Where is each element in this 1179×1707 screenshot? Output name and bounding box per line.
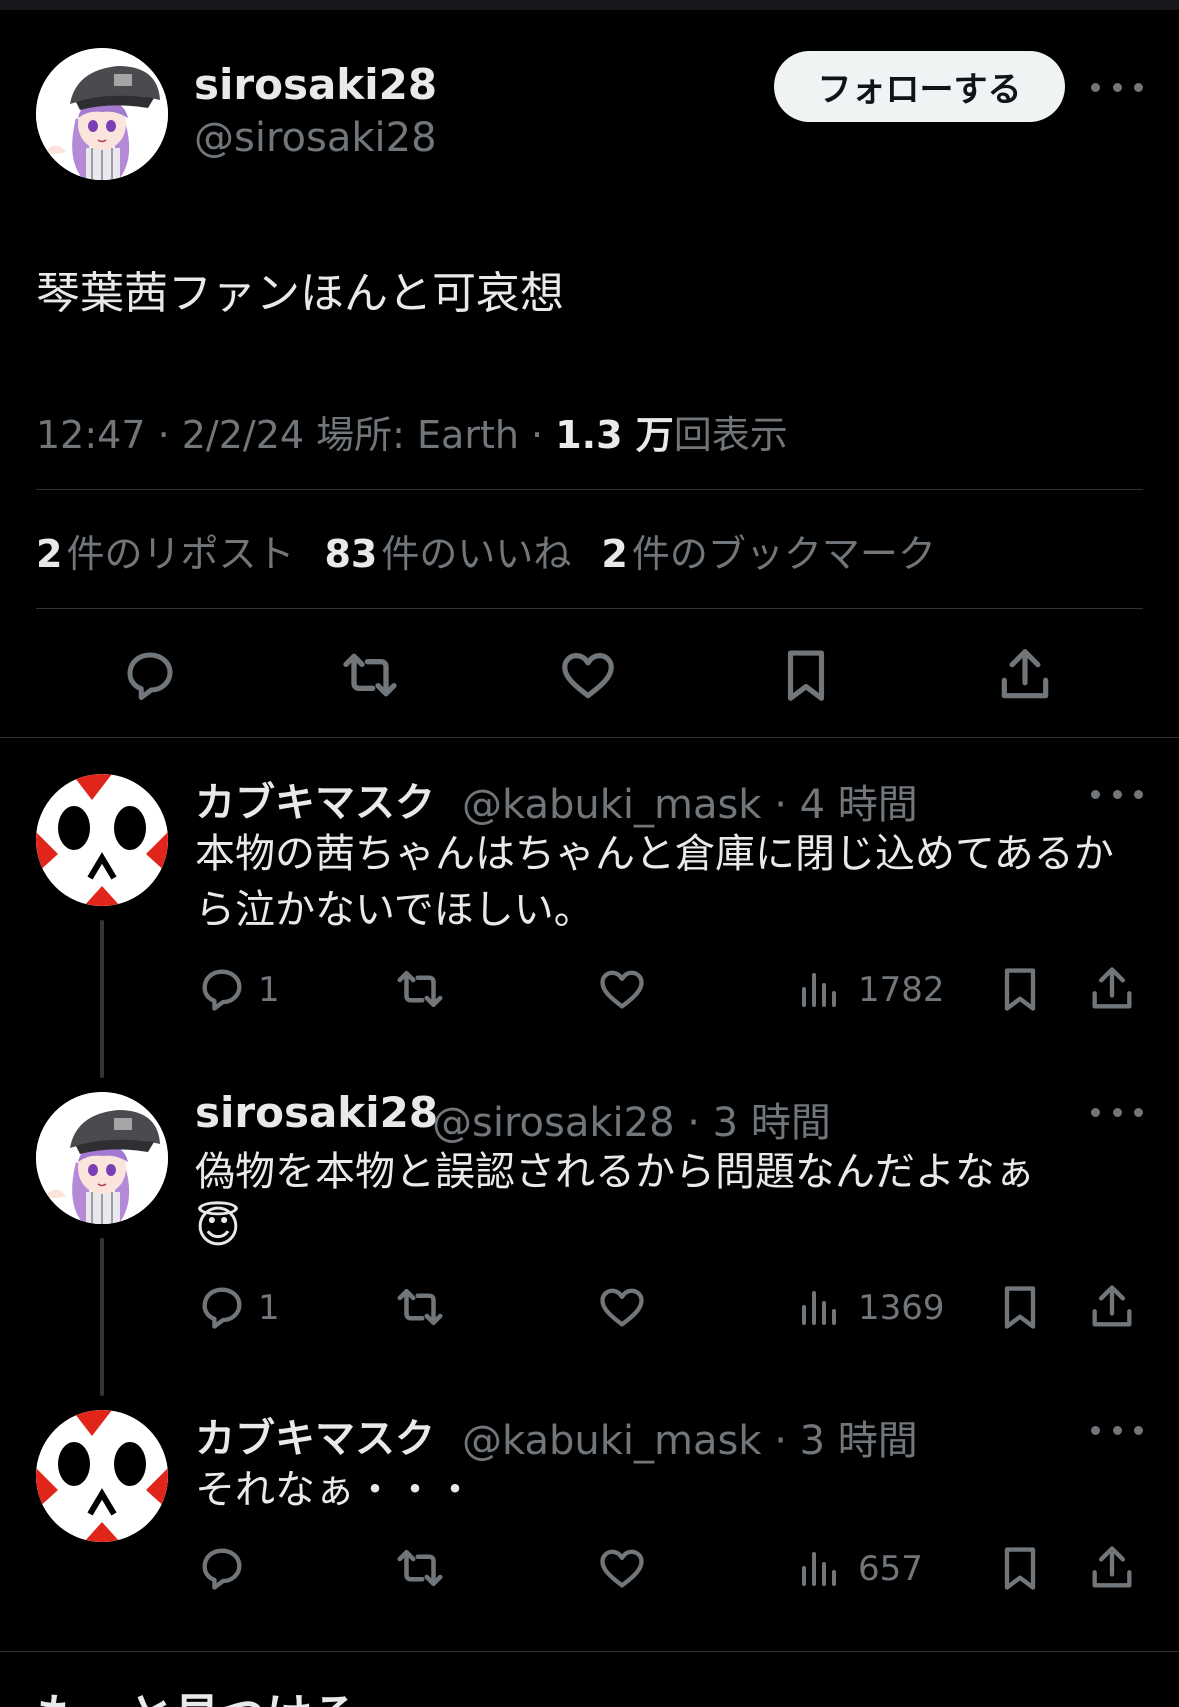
bookmark-icon[interactable] xyxy=(766,640,846,710)
views-icon[interactable] xyxy=(796,1279,844,1335)
like-icon[interactable] xyxy=(548,640,628,710)
follow-button[interactable]: フォローする xyxy=(774,51,1065,122)
divider xyxy=(0,737,1179,738)
like-icon[interactable] xyxy=(592,961,652,1017)
more-options-icon[interactable] xyxy=(1091,72,1143,102)
reposts-stat[interactable]: 2 件のリポスト xyxy=(36,523,294,578)
share-icon[interactable] xyxy=(1084,961,1140,1017)
share-icon[interactable] xyxy=(1084,1279,1140,1335)
like-icon[interactable] xyxy=(592,1540,652,1596)
tweet-meta: 12:47 · 2/2/24 場所: Earth · 1.3 万回表示 xyxy=(36,404,788,459)
tweet-timestamp[interactable]: 12:47 · 2/2/24 xyxy=(36,413,304,457)
reply-handle: @kabuki_mask · 4 時間 xyxy=(462,782,918,828)
share-icon[interactable] xyxy=(1084,1540,1140,1596)
bookmarks-stat[interactable]: 2 件のブックマーク xyxy=(601,523,935,578)
section-title: もっと見つける xyxy=(36,1680,358,1707)
reply-text: 本物の茜ちゃんはちゃんと倉庫に閉じ込めてあるから泣かないでほしい。 xyxy=(195,831,1114,933)
divider xyxy=(0,1651,1179,1652)
reply-avatar[interactable] xyxy=(36,774,168,906)
engagement-stats: 2 件のリポスト 83 件のいいね 2 件のブックマーク xyxy=(36,523,936,578)
status-bar-edge xyxy=(0,0,1179,10)
reply-display-name[interactable]: sirosaki28 xyxy=(195,1088,438,1137)
reply-display-name[interactable]: カブキマスク xyxy=(195,770,435,828)
reply-icon[interactable] xyxy=(192,1279,252,1335)
reply-display-name[interactable]: カブキマスク xyxy=(195,1406,435,1464)
bookmark-icon[interactable] xyxy=(992,1279,1048,1335)
angel-emoji: 😇 xyxy=(195,1202,241,1253)
reply-handle: @sirosaki28 · 3 時間 xyxy=(432,1100,831,1146)
reply-handle: @kabuki_mask · 3 時間 xyxy=(462,1418,918,1464)
tweet-location: 場所: Earth · xyxy=(316,413,544,457)
divider xyxy=(36,489,1143,490)
views-icon[interactable] xyxy=(796,1540,844,1596)
kabuki-mask-avatar-icon xyxy=(36,1410,168,1542)
repost-icon[interactable] xyxy=(390,1279,450,1335)
repost-icon[interactable] xyxy=(330,640,410,710)
views-icon[interactable] xyxy=(796,961,844,1017)
share-icon[interactable] xyxy=(985,640,1065,710)
girl-cap-avatar-icon xyxy=(36,48,168,180)
reply-text: それなぁ・・・ xyxy=(195,1467,475,1513)
repost-icon[interactable] xyxy=(390,961,450,1017)
reply-avatar[interactable] xyxy=(36,1092,168,1224)
author-avatar[interactable] xyxy=(36,48,168,180)
bookmark-icon[interactable] xyxy=(992,1540,1048,1596)
reply-text: 偽物を本物と誤認されるから問題なんだよなぁ 😇 xyxy=(195,1149,1035,1253)
reply-icon[interactable] xyxy=(192,1540,252,1596)
girl-cap-avatar-icon xyxy=(36,1092,168,1224)
views-count: 1782 xyxy=(858,970,945,1010)
views-count: 1.3 万 xyxy=(555,413,674,457)
bookmark-icon[interactable] xyxy=(992,961,1048,1017)
more-options-icon[interactable] xyxy=(1091,779,1143,809)
reply-avatar[interactable] xyxy=(36,1410,168,1542)
kabuki-mask-avatar-icon xyxy=(36,774,168,906)
views-count: 1369 xyxy=(858,1288,945,1328)
tweet-text: 琴葉茜ファンほんと可哀想 xyxy=(36,268,564,319)
views-label: 回表示 xyxy=(673,413,788,457)
more-options-icon[interactable] xyxy=(1091,1097,1143,1127)
thread-line xyxy=(100,920,104,1078)
reply-count: 1 xyxy=(258,970,280,1010)
author-handle[interactable]: @sirosaki28 xyxy=(194,115,437,161)
author-display-name[interactable]: sirosaki28 xyxy=(194,60,437,109)
like-icon[interactable] xyxy=(592,1279,652,1335)
repost-icon[interactable] xyxy=(390,1540,450,1596)
divider xyxy=(36,608,1143,609)
reply-icon[interactable] xyxy=(110,640,190,710)
reply-icon[interactable] xyxy=(192,961,252,1017)
more-options-icon[interactable] xyxy=(1091,1415,1143,1445)
thread-line xyxy=(100,1238,104,1396)
reply-count: 1 xyxy=(258,1288,280,1328)
likes-stat[interactable]: 83 件のいいね xyxy=(324,523,571,578)
views-count: 657 xyxy=(858,1549,923,1589)
